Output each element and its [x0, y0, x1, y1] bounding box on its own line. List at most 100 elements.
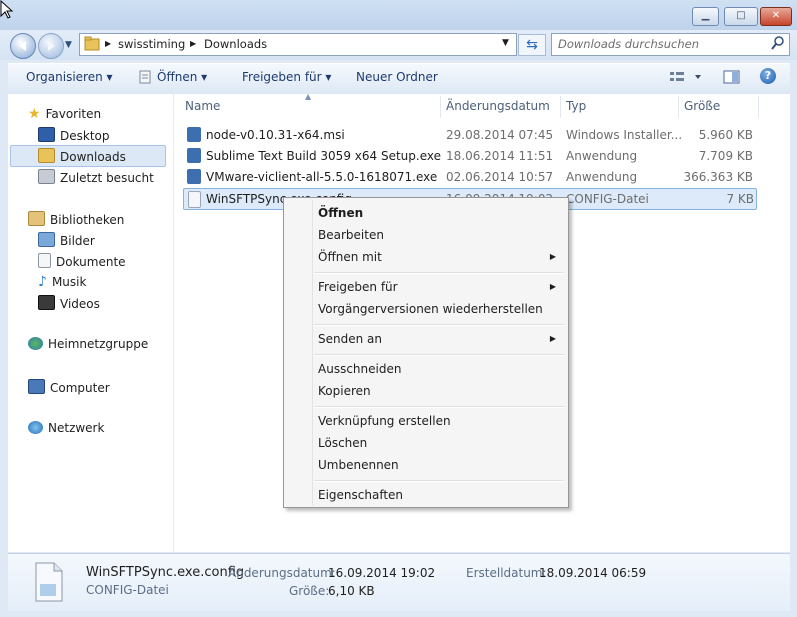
menu-item-properties[interactable]: Eigenschaften: [318, 488, 403, 502]
context-menu: Öffnen Bearbeiten Öffnen mit ▶ Freigeben…: [283, 197, 569, 508]
forward-button[interactable]: [38, 33, 64, 59]
submenu-arrow-icon: ▶: [549, 282, 556, 291]
share-button[interactable]: Freigeben für ▾: [242, 70, 331, 84]
menu-item-open[interactable]: Öffnen: [318, 206, 363, 220]
open-icon: [138, 70, 152, 87]
details-size-label: Größe:: [289, 584, 330, 598]
menu-separator: [314, 272, 564, 274]
sidebar-item-homegroup[interactable]: Heimnetzgruppe: [28, 337, 148, 355]
documents-icon: [38, 253, 51, 268]
file-name: Sublime Text Build 3059 x64 Setup.exe: [206, 149, 441, 163]
breadcrumb-chevron-icon: ▶: [190, 39, 197, 48]
history-dropdown-icon[interactable]: ▼: [65, 40, 72, 50]
details-filename: WinSFTPSync.exe.config: [86, 565, 245, 580]
videos-icon: [38, 295, 55, 310]
minimize-button[interactable]: ▁: [692, 7, 719, 26]
computer-icon: [28, 379, 45, 394]
file-modified: 29.08.2014 07:45: [446, 128, 554, 142]
address-dropdown-icon[interactable]: ▼: [502, 38, 509, 48]
organize-button[interactable]: Organisieren ▾: [26, 70, 113, 84]
sidebar-item-pictures[interactable]: Bilder: [38, 232, 95, 250]
new-folder-button[interactable]: Neuer Ordner: [356, 70, 438, 84]
menu-item-edit[interactable]: Bearbeiten: [318, 228, 384, 242]
mouse-pointer-icon: [0, 0, 14, 23]
submenu-arrow-icon: ▶: [549, 334, 556, 343]
column-header-size[interactable]: Größe: [684, 99, 720, 118]
column-divider[interactable]: [560, 96, 561, 118]
refresh-button[interactable]: ⇆: [518, 34, 546, 56]
refresh-icon: ⇆: [526, 37, 538, 53]
sidebar-item-documents[interactable]: Dokumente: [38, 253, 126, 271]
menu-item-restore-versions[interactable]: Vorgängerversionen wiederherstellen: [318, 302, 543, 316]
file-size: 7 KB: [726, 192, 754, 206]
forward-arrow-icon: [48, 41, 55, 51]
sidebar-item-label: Netzwerk: [48, 421, 105, 435]
file-row-sublime[interactable]: Sublime Text Build 3059 x64 Setup.exe 18…: [183, 146, 755, 166]
breadcrumb-swisstiming[interactable]: swisstiming: [118, 37, 185, 51]
sidebar-item-label: Dokumente: [56, 255, 126, 269]
column-divider[interactable]: [678, 96, 679, 118]
sidebar-item-network[interactable]: Netzwerk: [28, 421, 104, 439]
menu-gutter: [312, 200, 313, 505]
menu-separator: [314, 354, 564, 356]
column-header-modified[interactable]: Änderungsdatum: [446, 99, 550, 118]
sidebar-item-recent[interactable]: Zuletzt besucht: [38, 169, 154, 187]
desktop-icon: [38, 127, 55, 142]
menu-item-open-with[interactable]: Öffnen mit: [318, 250, 382, 264]
search-icon: [771, 35, 785, 54]
sidebar-item-libraries[interactable]: Bibliotheken: [28, 211, 124, 229]
sidebar-item-label: Videos: [60, 297, 100, 311]
submenu-arrow-icon: ▶: [549, 252, 556, 261]
installer-icon: [187, 127, 201, 142]
file-type: Anwendung: [566, 149, 638, 163]
pictures-icon: [38, 232, 55, 247]
sidebar-item-computer[interactable]: Computer: [28, 379, 110, 397]
sidebar-item-music[interactable]: ♪ Musik: [38, 274, 86, 292]
star-icon: ★: [28, 106, 41, 122]
downloads-folder-icon: [38, 148, 55, 163]
file-name: VMware-viclient-all-5.5.0-1618071.exe: [206, 170, 438, 184]
menu-item-create-shortcut[interactable]: Verknüpfung erstellen: [318, 414, 451, 428]
view-options-icon[interactable]: [669, 70, 705, 87]
sidebar-item-favorites[interactable]: ★ Favoriten: [28, 106, 101, 124]
help-button[interactable]: ?: [760, 68, 776, 84]
breadcrumb-downloads[interactable]: Downloads: [204, 37, 267, 51]
sidebar-item-label: Computer: [50, 381, 110, 395]
menu-item-send-to[interactable]: Senden an: [318, 332, 382, 346]
config-file-large-icon: [34, 562, 64, 605]
file-size: 366.363 KB: [683, 170, 753, 184]
open-button[interactable]: Öffnen ▾: [157, 70, 207, 84]
file-size: 7.709 KB: [698, 149, 753, 163]
details-modified-value: 16.09.2014 19:02: [328, 566, 436, 580]
file-type: CONFIG-Datei: [566, 192, 649, 206]
back-button[interactable]: [10, 33, 36, 59]
maximize-button[interactable]: □: [724, 7, 758, 26]
sidebar-item-videos[interactable]: Videos: [38, 295, 100, 313]
folder-icon: [84, 36, 100, 54]
menu-item-rename[interactable]: Umbenennen: [318, 458, 399, 472]
breadcrumb-chevron-icon: ▶: [105, 39, 112, 48]
sidebar-item-label: Zuletzt besucht: [60, 171, 154, 185]
details-size-value: 6,10 KB: [328, 584, 375, 598]
column-divider[interactable]: [440, 96, 441, 118]
sidebar-item-label: Bilder: [60, 234, 95, 248]
close-button[interactable]: ✕: [760, 7, 792, 26]
search-input[interactable]: Downloads durchsuchen: [551, 33, 790, 56]
menu-item-cut[interactable]: Ausschneiden: [318, 362, 401, 376]
menu-item-copy[interactable]: Kopieren: [318, 384, 371, 398]
sidebar-item-label: Downloads: [60, 150, 126, 164]
sidebar-item-label: Desktop: [60, 129, 110, 143]
file-row-vmware[interactable]: VMware-viclient-all-5.5.0-1618071.exe 02…: [183, 167, 755, 187]
preview-pane-icon[interactable]: [723, 70, 741, 87]
address-field[interactable]: ▶ swisstiming ▶ Downloads ▼: [79, 33, 517, 56]
back-arrow-icon: [19, 41, 26, 51]
menu-item-delete[interactable]: Löschen: [318, 436, 367, 450]
column-header-name[interactable]: Name: [185, 99, 220, 118]
menu-item-share-with[interactable]: Freigeben für: [318, 280, 398, 294]
sidebar-item-downloads[interactable]: Downloads: [38, 148, 126, 166]
column-divider[interactable]: [758, 96, 759, 118]
column-header-type[interactable]: Typ: [566, 99, 586, 118]
menu-separator: [314, 324, 564, 326]
sidebar-item-desktop[interactable]: Desktop: [38, 127, 110, 145]
file-row-node[interactable]: node-v0.10.31-x64.msi 29.08.2014 07:45 W…: [183, 125, 755, 145]
